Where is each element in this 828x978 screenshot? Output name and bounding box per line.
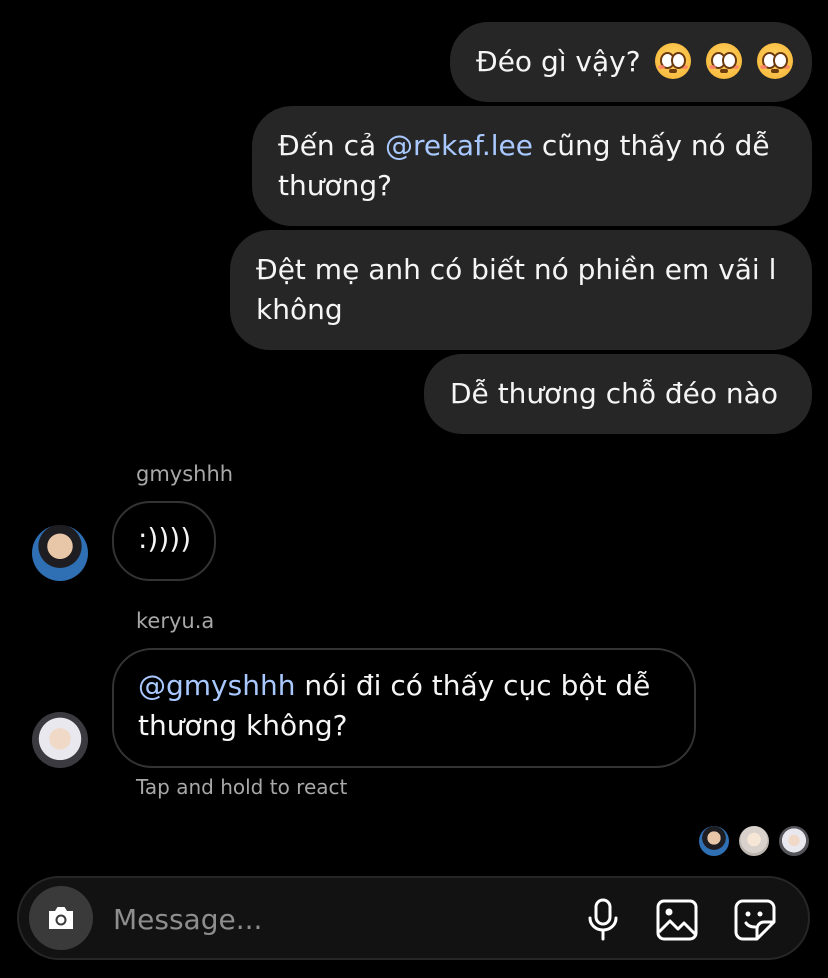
mention-link[interactable]: @gmyshhh	[138, 669, 295, 702]
message-text: :))))	[138, 522, 192, 555]
incoming-message[interactable]: @gmyshhh nói đi có thấy cục bột dễ thươn…	[112, 648, 696, 768]
message-text: Đến cả	[278, 129, 386, 162]
message-line: Đến cả @rekaf.lee cũng thấy nó dễ	[278, 126, 786, 166]
seen-avatar	[697, 824, 731, 858]
gallery-button[interactable]	[653, 896, 701, 944]
seen-avatar	[777, 824, 811, 858]
message-text: Đéo gì vậy?	[476, 45, 641, 78]
sticker-icon	[734, 899, 776, 941]
voice-button[interactable]	[579, 896, 627, 944]
seen-avatar	[737, 824, 771, 858]
message-text: thương?	[278, 169, 392, 202]
flushed-face-emoji	[757, 43, 794, 79]
message-line: @gmyshhh nói đi có thấy cục bột dễ	[138, 666, 670, 706]
outgoing-message[interactable]: Dễ thương chỗ đéo nào	[424, 354, 812, 434]
message-text: thương không?	[138, 709, 348, 742]
message-text: cũng thấy nó dễ	[533, 129, 770, 162]
incoming-message[interactable]: :))))	[112, 501, 216, 581]
flushed-face-emoji	[655, 43, 692, 79]
image-icon	[656, 899, 698, 941]
avatar[interactable]	[32, 712, 88, 768]
camera-button[interactable]	[29, 886, 93, 950]
microphone-icon	[588, 898, 618, 941]
outgoing-message[interactable]: Đéo gì vậy?	[450, 22, 812, 102]
message-text: không	[256, 293, 343, 326]
sender-name[interactable]: gmyshhh	[136, 462, 233, 486]
message-composer	[17, 876, 810, 960]
message-text: nói đi có thấy cục bột dễ	[295, 669, 651, 702]
mention-link[interactable]: @rekaf.lee	[385, 129, 533, 162]
camera-icon	[49, 907, 73, 929]
message-text: Dễ thương chỗ đéo nào	[450, 377, 778, 410]
flushed-face-emoji	[706, 43, 743, 79]
message-text: Đệt mẹ anh có biết nó phiền em vãi l	[256, 253, 777, 286]
outgoing-message[interactable]: Đệt mẹ anh có biết nó phiền em vãi l khô…	[230, 230, 812, 350]
sticker-button[interactable]	[731, 896, 779, 944]
outgoing-message[interactable]: Đến cả @rekaf.lee cũng thấy nó dễ thương…	[252, 106, 812, 226]
sender-name[interactable]: keryu.a	[136, 609, 214, 633]
avatar[interactable]	[32, 525, 88, 581]
react-hint: Tap and hold to react	[136, 775, 348, 799]
message-input[interactable]	[113, 896, 553, 942]
